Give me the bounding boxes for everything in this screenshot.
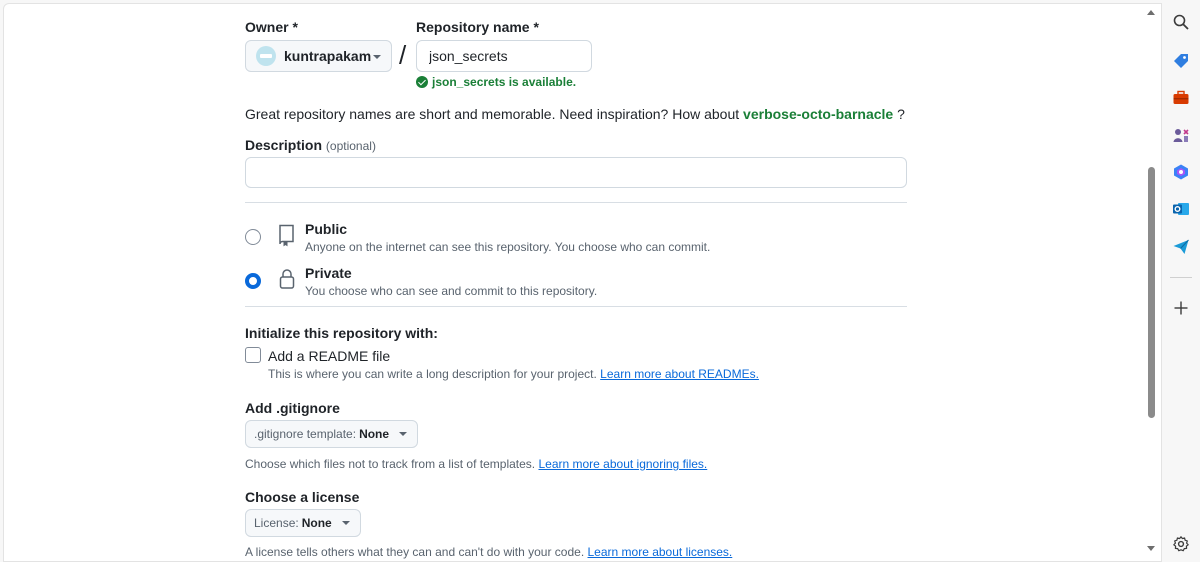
chevron-down-icon (399, 432, 408, 436)
owner-dropdown[interactable]: kuntrapakam (245, 40, 392, 72)
tag-icon[interactable] (1170, 50, 1192, 72)
license-dropdown[interactable]: License: None (245, 509, 361, 537)
games-icon[interactable] (1170, 124, 1192, 146)
gitignore-desc-text: Choose which files not to track from a l… (245, 457, 536, 471)
hint-suffix: ? (897, 106, 905, 122)
repo-icon (279, 224, 294, 247)
readme-label[interactable]: Add a README file (268, 348, 390, 364)
gitignore-template-dropdown[interactable]: .gitignore template: None (245, 420, 419, 448)
scroll-up-arrow-icon[interactable] (1147, 10, 1155, 15)
private-radio[interactable] (245, 273, 261, 289)
copilot-icon[interactable] (1170, 161, 1192, 183)
scroll-down-arrow-icon[interactable] (1147, 546, 1155, 551)
license-learn-more-link[interactable]: Learn more about licenses. (588, 545, 733, 559)
public-description: Anyone on the internet can see this repo… (305, 240, 711, 254)
description-input[interactable] (245, 157, 907, 188)
vertical-scrollbar[interactable] (1144, 3, 1159, 559)
private-title: Private (305, 265, 352, 281)
settings-icon[interactable] (1170, 533, 1192, 555)
description-optional: (optional) (325, 139, 376, 153)
owner-label: Owner * (245, 19, 298, 35)
browser-sidebar (1162, 0, 1200, 562)
repo-name-label: Repository name * (416, 19, 539, 35)
owner-name: kuntrapakam (284, 48, 372, 64)
sidebar-divider (1170, 277, 1192, 278)
availability-text: json_secrets is available. (432, 75, 577, 89)
private-description: You choose who can see and commit to thi… (305, 284, 598, 298)
license-heading: Choose a license (245, 489, 360, 505)
scrollbar-thumb[interactable] (1148, 167, 1155, 418)
repo-name-input[interactable] (416, 40, 592, 72)
public-radio[interactable] (245, 229, 261, 245)
divider (245, 306, 907, 307)
gitignore-learn-more-link[interactable]: Learn more about ignoring files. (538, 457, 707, 471)
gitignore-heading: Add .gitignore (245, 400, 340, 416)
chevron-down-icon (341, 521, 350, 525)
availability-message: json_secrets is available. (416, 75, 576, 89)
license-description: A license tells others what they can and… (245, 545, 732, 559)
name-suggestion-link[interactable]: verbose-octo-barnacle (743, 106, 893, 122)
license-select-value: None (301, 516, 332, 530)
browser-content: Owner * kuntrapakam / Repository name * … (3, 3, 1162, 562)
send-icon[interactable] (1170, 236, 1192, 258)
license-select-prefix: License: (254, 516, 299, 530)
add-icon[interactable] (1170, 297, 1192, 319)
check-circle-icon (416, 76, 428, 88)
avatar (256, 46, 276, 66)
outlook-icon[interactable] (1170, 198, 1192, 220)
hint-prefix: Great repository names are short and mem… (245, 106, 740, 122)
divider (245, 202, 907, 203)
readme-learn-more-link[interactable]: Learn more about READMEs. (600, 367, 759, 381)
owner-repo-separator: / (399, 40, 407, 70)
init-heading: Initialize this repository with: (245, 325, 438, 341)
readme-checkbox[interactable] (245, 347, 261, 363)
readme-description: This is where you can write a long descr… (268, 367, 759, 381)
gitignore-select-value: None (359, 427, 390, 441)
description-label-text: Description (245, 137, 323, 153)
toolbox-icon[interactable] (1170, 87, 1192, 109)
license-desc-text: A license tells others what they can and… (245, 545, 585, 559)
search-icon[interactable] (1170, 11, 1192, 33)
gitignore-description: Choose which files not to track from a l… (245, 457, 707, 471)
lock-icon (279, 269, 295, 289)
description-label: Description (optional) (245, 137, 376, 153)
public-title: Public (305, 221, 348, 237)
chevron-down-icon (373, 55, 381, 59)
gitignore-select-prefix: .gitignore template: (254, 427, 357, 441)
readme-desc-text: This is where you can write a long descr… (268, 367, 597, 381)
name-hint: Great repository names are short and mem… (245, 106, 905, 122)
